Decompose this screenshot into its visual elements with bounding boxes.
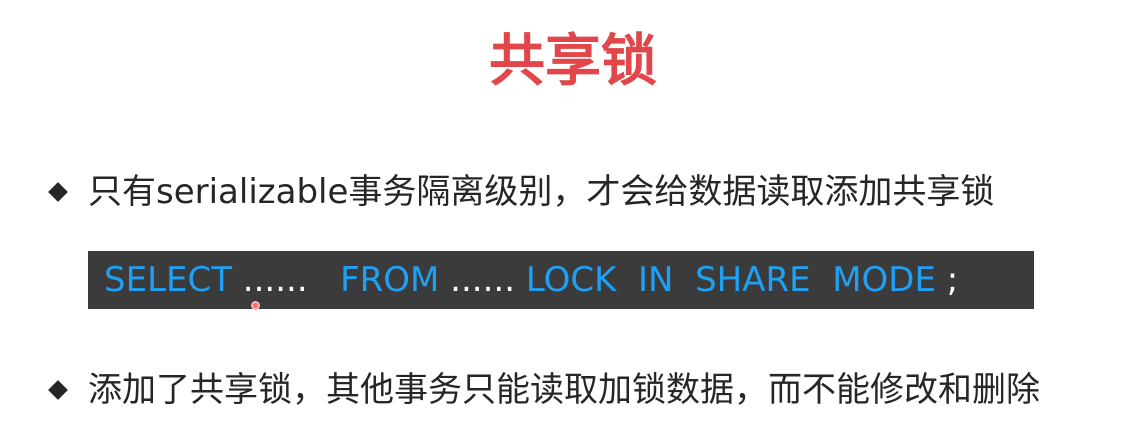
- sql-ellipsis: ......: [439, 260, 526, 300]
- diamond-bullet-icon: [48, 182, 68, 202]
- sql-keyword-from: FROM: [329, 260, 440, 300]
- diamond-bullet-icon: [48, 380, 68, 400]
- bullet-text: 添加了共享锁，其他事务只能读取加锁数据，而不能修改和删除: [88, 370, 1040, 410]
- sql-ellipsis: ......: [232, 260, 330, 300]
- slide-title: 共享锁: [489, 29, 657, 94]
- bullet-text: 只有serializable事务隔离级别，才会给数据读取添加共享锁: [88, 172, 995, 212]
- slide: 共享锁 只有serializable事务隔离级别，才会给数据读取添加共享锁 SE…: [0, 0, 1146, 445]
- sql-keyword-lock-in-share-mode: LOCK IN SHARE MODE: [525, 260, 936, 300]
- bullet-item-serializable: 只有serializable事务隔离级别，才会给数据读取添加共享锁: [48, 168, 994, 216]
- sql-code-block: SELECT ...... FROM ...... LOCK IN SHARE …: [88, 251, 1034, 309]
- sql-keyword-select: SELECT: [104, 260, 232, 300]
- pointer-dot-icon: [251, 301, 260, 310]
- sql-semicolon: ;: [935, 260, 959, 300]
- bullet-item-shared-lock-effect: 添加了共享锁，其他事务只能读取加锁数据，而不能修改和删除: [48, 366, 1040, 414]
